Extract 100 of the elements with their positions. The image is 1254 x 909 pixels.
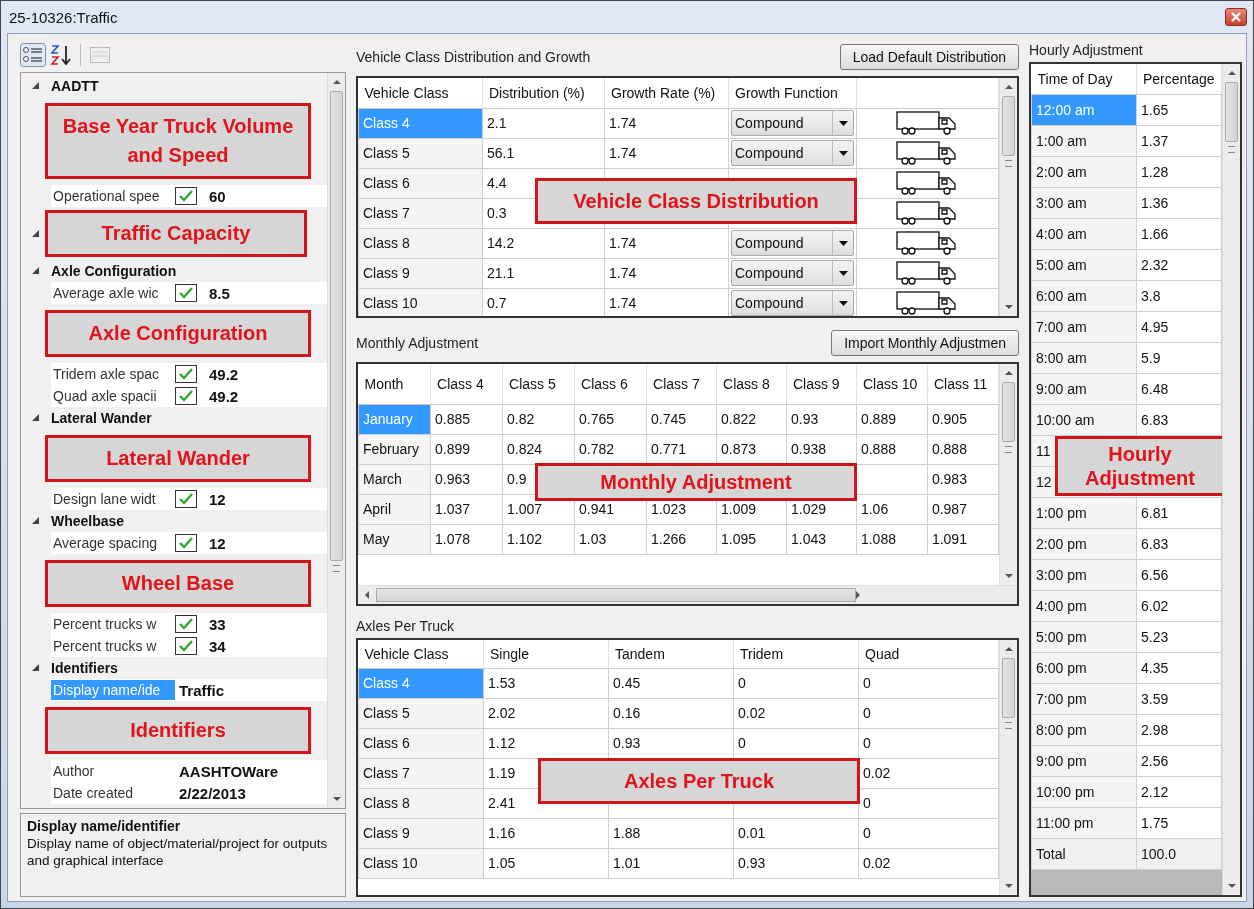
row-header[interactable]: 5:00 am bbox=[1031, 249, 1137, 280]
column-header[interactable]: Class 8 bbox=[716, 364, 787, 404]
column-header[interactable]: Percentage bbox=[1136, 64, 1222, 94]
property-label[interactable]: Average axle wic bbox=[51, 283, 175, 303]
checkbox[interactable] bbox=[175, 187, 197, 205]
row-header[interactable]: 3:00 pm bbox=[1031, 559, 1137, 590]
row-header[interactable]: 9:00 pm bbox=[1031, 745, 1137, 776]
property-value[interactable]: Traffic bbox=[179, 681, 224, 699]
scrollbar[interactable] bbox=[999, 78, 1017, 316]
scrollbar[interactable] bbox=[1222, 64, 1240, 895]
row-header[interactable]: Class 10 bbox=[358, 848, 484, 878]
row-header[interactable]: 4:00 am bbox=[1031, 218, 1137, 249]
column-header[interactable]: Class 5 bbox=[502, 364, 575, 404]
close-button[interactable] bbox=[1225, 8, 1247, 26]
property-label[interactable]: Average spacing bbox=[51, 533, 175, 553]
category-label[interactable]: AADTT bbox=[51, 78, 99, 94]
row-header[interactable]: March bbox=[358, 464, 431, 494]
column-header[interactable]: Vehicle Class bbox=[358, 78, 483, 108]
row-header[interactable]: 2:00 am bbox=[1031, 156, 1137, 187]
property-label[interactable]: Operational spee bbox=[51, 186, 175, 206]
property-label[interactable]: Date created bbox=[51, 783, 175, 803]
category-label[interactable]: Axle Configuration bbox=[51, 263, 177, 279]
row-header[interactable]: Total bbox=[1031, 838, 1137, 869]
row-header[interactable]: 8:00 pm bbox=[1031, 714, 1137, 745]
row-header[interactable]: April bbox=[358, 494, 431, 524]
row-header[interactable]: 6:00 pm bbox=[1031, 652, 1137, 683]
expand-arrow-icon[interactable] bbox=[31, 266, 41, 276]
column-header[interactable]: Tandem bbox=[608, 640, 734, 668]
row-header[interactable]: 1:00 pm bbox=[1031, 497, 1137, 528]
row-header[interactable]: May bbox=[358, 524, 431, 554]
column-header[interactable]: Class 6 bbox=[574, 364, 647, 404]
column-header[interactable]: Quad bbox=[858, 640, 999, 668]
sort-icon[interactable] bbox=[50, 43, 72, 67]
property-value[interactable]: 12 bbox=[209, 534, 226, 552]
row-header[interactable]: Class 6 bbox=[358, 728, 484, 758]
row-header[interactable]: 9:00 am bbox=[1031, 373, 1137, 404]
row-header[interactable]: 10:00 pm bbox=[1031, 776, 1137, 807]
row-header[interactable]: 10:00 am bbox=[1031, 404, 1137, 435]
category-label[interactable]: Lateral Wander bbox=[51, 410, 152, 426]
row-header[interactable]: Class 5 bbox=[358, 138, 483, 168]
expand-arrow-icon[interactable] bbox=[31, 81, 41, 91]
row-header[interactable]: 11:00 pm bbox=[1031, 807, 1137, 838]
category-label[interactable]: Identifiers bbox=[51, 660, 118, 676]
property-value[interactable]: 49.2 bbox=[209, 365, 239, 383]
dropdown[interactable]: Compound bbox=[731, 230, 854, 256]
import-button[interactable]: Import Monthly Adjustmen bbox=[831, 330, 1019, 356]
column-header[interactable]: Class 7 bbox=[646, 364, 717, 404]
column-header[interactable]: Tridem bbox=[733, 640, 859, 668]
column-header[interactable]: Vehicle Class bbox=[358, 640, 484, 668]
property-value[interactable]: 60 bbox=[209, 187, 226, 205]
property-label[interactable]: Quad axle spacii bbox=[51, 386, 175, 406]
column-header[interactable]: Month bbox=[358, 364, 431, 404]
row-header[interactable]: 11 bbox=[1036, 442, 1051, 459]
scrollbar[interactable] bbox=[358, 585, 1017, 604]
row-header[interactable]: 4:00 pm bbox=[1031, 590, 1137, 621]
load-default-button[interactable]: Load Default Distribution bbox=[839, 44, 1019, 70]
checkbox[interactable] bbox=[175, 284, 197, 302]
checkbox[interactable] bbox=[175, 615, 197, 633]
row-header[interactable]: Class 6 bbox=[358, 168, 483, 198]
dropdown[interactable]: Compound bbox=[731, 140, 854, 166]
checkbox[interactable] bbox=[175, 387, 197, 405]
expand-arrow-icon[interactable] bbox=[31, 413, 41, 423]
property-value[interactable]: 8.5 bbox=[209, 284, 230, 302]
row-header[interactable]: 7:00 pm bbox=[1031, 683, 1137, 714]
column-header[interactable]: Time of Day bbox=[1031, 64, 1137, 94]
row-header[interactable]: Class 5 bbox=[358, 698, 484, 728]
category-label[interactable]: Wheelbase bbox=[51, 513, 125, 529]
property-value[interactable]: 2/22/2013 bbox=[179, 784, 246, 802]
expand-arrow-icon[interactable] bbox=[31, 516, 41, 526]
column-header[interactable]: Growth Function bbox=[728, 78, 857, 108]
dropdown[interactable]: Compound bbox=[731, 290, 854, 316]
property-value[interactable]: 49.2 bbox=[209, 387, 239, 405]
row-header[interactable]: 8:00 am bbox=[1031, 342, 1137, 373]
column-header[interactable]: Class 11 bbox=[927, 364, 999, 404]
expand-arrow-icon[interactable] bbox=[31, 228, 41, 239]
checkbox[interactable] bbox=[175, 490, 197, 508]
row-header[interactable]: Class 7 bbox=[358, 198, 483, 228]
row-header[interactable]: Class 9 bbox=[358, 818, 484, 848]
row-header[interactable]: 6:00 am bbox=[1031, 280, 1137, 311]
property-label[interactable]: Author bbox=[51, 761, 175, 781]
column-header[interactable]: Single bbox=[483, 640, 609, 668]
column-header[interactable]: Distribution (%) bbox=[482, 78, 605, 108]
row-header[interactable]: 12 bbox=[1036, 473, 1052, 490]
checkbox[interactable] bbox=[175, 534, 197, 552]
property-value[interactable]: 12 bbox=[209, 490, 226, 508]
scrollbar[interactable] bbox=[327, 73, 345, 808]
row-header[interactable]: Class 10 bbox=[358, 288, 483, 316]
column-header[interactable]: Class 10 bbox=[856, 364, 928, 404]
column-header[interactable]: Growth Rate (%) bbox=[604, 78, 729, 108]
row-header[interactable]: Class 8 bbox=[358, 228, 483, 258]
row-header[interactable]: 3:00 am bbox=[1031, 187, 1137, 218]
row-header[interactable]: Class 8 bbox=[358, 788, 484, 818]
property-value[interactable]: AASHTOWare bbox=[179, 762, 279, 780]
categorized-icon[interactable] bbox=[20, 43, 46, 67]
row-header[interactable]: 1:00 am bbox=[1031, 125, 1137, 156]
row-header[interactable]: 5:00 pm bbox=[1031, 621, 1137, 652]
property-label[interactable]: Percent trucks w bbox=[51, 636, 175, 656]
property-label[interactable]: Tridem axle spac bbox=[51, 364, 175, 384]
dropdown[interactable]: Compound bbox=[731, 260, 854, 286]
checkbox[interactable] bbox=[175, 637, 197, 655]
